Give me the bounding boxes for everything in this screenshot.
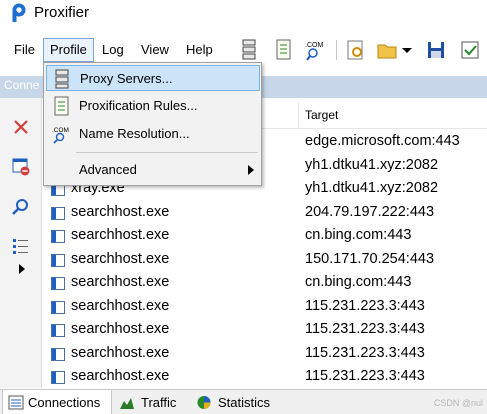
title-bar: Proxifier (0, 0, 487, 33)
tab-label: Statistics (218, 395, 271, 410)
target-address: 115.231.223.3:443 (305, 297, 425, 314)
checkbox-icon[interactable] (459, 38, 481, 62)
menu-view[interactable]: View (135, 38, 175, 62)
table-row[interactable]: searchhost.exe 150.171.70.254:443 (46, 249, 487, 273)
rules-icon (54, 96, 69, 116)
table-row[interactable]: searchhost.exe 115.231.223.3:443 (46, 366, 487, 388)
target-address: yh1.dtku41.xyz:2082 (305, 156, 439, 173)
target-address: cn.bing.com:443 (305, 274, 412, 290)
menu-item-label: Proxy Servers... (80, 71, 173, 86)
table-row[interactable]: searchhost.exe 204.79.197.222:443 (46, 202, 487, 226)
settings-icon[interactable] (344, 38, 366, 62)
target-address: 115.231.223.3:443 (305, 368, 425, 384)
table-row[interactable]: searchhost.exe 115.231.223.3:443 (46, 319, 487, 343)
target-address: yh1.dtku41.xyz:2082 (305, 180, 439, 196)
dropdown-arrow-icon[interactable] (400, 38, 414, 62)
application-name: searchhost.exe (71, 227, 170, 243)
menu-item-name-resolution[interactable]: .COM Name Resolution... (46, 121, 260, 147)
column-header-target[interactable]: Target (305, 108, 338, 122)
tab-statistics[interactable]: Statistics (193, 390, 283, 414)
application-name: searchhost.exe (71, 368, 170, 384)
application-name: searchhost.exe (71, 321, 170, 337)
bottom-tab-bar: Connections Traffic Statistics (0, 389, 487, 414)
menu-item-advanced[interactable]: Advanced (46, 157, 260, 183)
window-remove-icon[interactable] (10, 156, 32, 178)
table-row[interactable]: searchhost.exe cn.bing.com:443 (46, 225, 487, 249)
left-toolbar (0, 98, 42, 388)
menu-item-label: Name Resolution... (79, 126, 190, 141)
target-address: cn.bing.com:443 (305, 227, 412, 243)
target-address: 150.171.70.254:443 (305, 250, 435, 267)
find-icon[interactable] (10, 196, 32, 218)
tab-traffic[interactable]: Traffic (114, 390, 192, 414)
application-name: searchhost.exe (71, 250, 170, 267)
rules-icon[interactable] (272, 38, 294, 62)
application-icon (51, 371, 65, 384)
profile-dropdown-menu: Proxy Servers... Proxification Rules... … (43, 62, 262, 186)
toolbar-separator (336, 40, 337, 60)
application-icon (51, 277, 65, 290)
table-row[interactable]: searchhost.exe 115.231.223.3:443 (46, 343, 487, 367)
submenu-arrow-icon (248, 165, 254, 175)
proxy-servers-icon[interactable] (238, 38, 260, 62)
proxifier-logo-icon (12, 3, 26, 22)
connections-strip-label: Conne (4, 78, 40, 92)
menu-help[interactable]: Help (180, 38, 219, 62)
target-address: 115.231.223.3:443 (305, 321, 425, 337)
application-name: searchhost.exe (71, 274, 170, 290)
table-row[interactable]: searchhost.exe cn.bing.com:443 (46, 272, 487, 296)
application-icon (51, 206, 65, 220)
application-icon (51, 324, 65, 337)
save-icon[interactable] (425, 38, 447, 62)
application-icon (51, 253, 65, 267)
tab-connections[interactable]: Connections (2, 390, 112, 414)
table-row[interactable]: searchhost.exe 115.231.223.3:443 (46, 296, 487, 320)
name-resolution-icon: .COM (52, 127, 69, 144)
svg-text:.COM: .COM (305, 42, 323, 49)
connections-icon (8, 395, 24, 410)
menu-item-label: Advanced (79, 162, 137, 177)
target-address: edge.microsoft.com:443 (305, 133, 460, 149)
menu-log[interactable]: Log (96, 38, 130, 62)
application-icon (51, 300, 65, 314)
application-name: searchhost.exe (71, 344, 170, 361)
application-name: searchhost.exe (71, 203, 170, 220)
menu-file[interactable]: File (8, 38, 41, 62)
menu-item-label: Proxification Rules... (79, 98, 198, 113)
menu-item-proxification-rules[interactable]: Proxification Rules... (46, 93, 260, 119)
expand-arrow-icon[interactable] (10, 262, 32, 276)
application-name: searchhost.exe (71, 297, 170, 314)
proxy-servers-icon (55, 69, 69, 89)
traffic-chart-icon (120, 398, 134, 409)
menu-separator (76, 152, 258, 153)
name-resolution-icon[interactable]: .COM (304, 38, 326, 62)
close-connection-icon[interactable] (10, 116, 32, 138)
window-title: Proxifier (34, 4, 90, 21)
target-address: 115.231.223.3:443 (305, 344, 425, 361)
watermark: CSDN @nul (433, 398, 483, 408)
column-divider[interactable] (298, 102, 299, 128)
application-icon (51, 347, 65, 361)
tab-label: Connections (28, 395, 101, 410)
application-icon (51, 230, 65, 243)
menu-profile[interactable]: Profile (43, 38, 94, 62)
tab-label: Traffic (141, 395, 177, 410)
statistics-pie-icon (197, 396, 211, 409)
open-folder-icon[interactable] (376, 38, 398, 62)
menu-item-proxy-servers[interactable]: Proxy Servers... (46, 65, 260, 91)
target-address: 204.79.197.222:443 (305, 203, 435, 220)
list-view-icon[interactable] (10, 236, 32, 258)
